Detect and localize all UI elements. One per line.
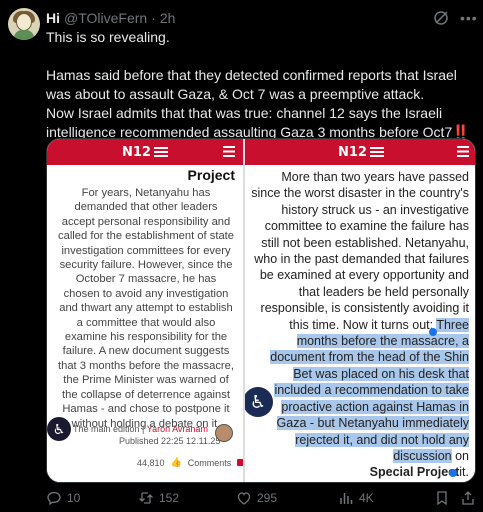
- n12-logo-right: N12: [338, 145, 384, 160]
- share-icon: [462, 491, 474, 505]
- media-image-left[interactable]: N12 Project For years, Netanyahu has dem…: [47, 139, 243, 482]
- display-name[interactable]: Hi: [46, 10, 60, 26]
- repost-count: 152: [159, 491, 180, 505]
- special-project-label: Special Project: [369, 465, 460, 480]
- bookmark-icon: [437, 491, 447, 506]
- like-count: 295: [257, 491, 278, 505]
- author-name: Yaron Avraham: [146, 424, 208, 434]
- article-body-left: For years, Netanyahu has demanded that o…: [58, 187, 234, 430]
- published-date: Published 22:25 12.11.25: [119, 436, 221, 446]
- article-stats: 44,810 👍 Comments: [137, 457, 243, 468]
- views-count: 44,810: [137, 457, 165, 468]
- article-body-right-plain: More than two years have passed since th…: [251, 170, 469, 332]
- timestamp[interactable]: 2h: [160, 10, 176, 26]
- post-paragraph-3: Now Israel admits that that was true: ch…: [46, 104, 476, 142]
- avatar[interactable]: [8, 8, 40, 40]
- post-paragraph-3-text: Now Israel admits that that was true: ch…: [46, 105, 453, 140]
- avatar-body: [14, 30, 34, 40]
- n12-logo: N12: [122, 145, 168, 160]
- accessibility-icon-right: ♿: [245, 387, 273, 417]
- post-header: Hi @TOliveFern · 2h: [46, 10, 175, 26]
- post-paragraph-2: Hamas said before that they detected con…: [46, 67, 457, 102]
- heart-icon: [237, 492, 251, 505]
- like-button[interactable]: 295: [236, 490, 277, 506]
- bookmark-button[interactable]: [434, 490, 450, 506]
- handle[interactable]: @TOliveFern: [64, 10, 147, 26]
- hamburger-menu-icon: [223, 146, 235, 157]
- n12-topbar: N12: [47, 139, 243, 165]
- media-image-right[interactable]: N12 More than two years have passed sinc…: [243, 139, 475, 482]
- avatar-face: [16, 13, 32, 31]
- view-count: 4K: [359, 491, 374, 505]
- hamburger-menu-icon-right: [457, 146, 469, 157]
- article-body-right-tail: on: [451, 448, 469, 463]
- grok-icon[interactable]: [433, 10, 449, 26]
- dot-separator: ·: [151, 10, 156, 26]
- selection-handle-end[interactable]: [449, 469, 457, 477]
- byline-edition: The main edition | Yaron Avraham: [73, 424, 208, 434]
- reply-button[interactable]: 10: [46, 490, 80, 506]
- accessibility-icon: ♿: [47, 417, 71, 441]
- share-button[interactable]: [460, 490, 476, 506]
- article-byline: The main edition | Yaron Avraham Publish…: [47, 422, 243, 448]
- more-options-icon[interactable]: •••: [460, 10, 478, 26]
- views-button[interactable]: 4K: [338, 490, 374, 506]
- selection-handle-start[interactable]: [429, 328, 437, 336]
- author-photo: [215, 424, 233, 442]
- n12-topbar-right: N12: [245, 139, 475, 165]
- repost-button[interactable]: 152: [138, 490, 179, 506]
- post-text: This is so revealing. Hamas said before …: [46, 28, 476, 142]
- comments-label: Comments: [187, 457, 232, 468]
- article-body-right: More than two years have passed since th…: [245, 165, 475, 481]
- reply-icon: [47, 491, 61, 506]
- article-heading: Project: [187, 167, 235, 183]
- selected-text-highlight: Three months before the massacre, a docu…: [270, 317, 469, 463]
- repost-icon: [139, 492, 153, 504]
- article-footer-tail: it.: [459, 465, 469, 480]
- analytics-icon: [340, 493, 353, 504]
- like-icon: 👍: [170, 457, 182, 467]
- reply-count: 10: [67, 491, 81, 505]
- post-line-1: This is so revealing.: [46, 29, 170, 45]
- post-media[interactable]: N12 Project For years, Netanyahu has dem…: [46, 138, 476, 483]
